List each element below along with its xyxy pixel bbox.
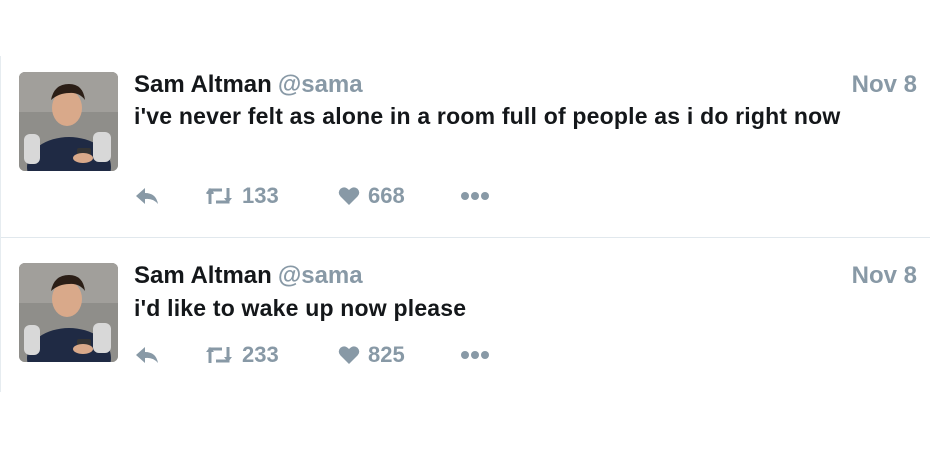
avatar[interactable] bbox=[19, 72, 118, 171]
like-button[interactable]: 825 bbox=[338, 340, 405, 370]
tweet-header: Sam Altman @sama Nov 8 bbox=[134, 70, 917, 100]
tweet-actions: 233 825 bbox=[134, 340, 534, 370]
like-count: 668 bbox=[368, 183, 405, 208]
tweet-text: i'd like to wake up now please bbox=[134, 295, 467, 321]
tweet-date[interactable]: Nov 8 bbox=[852, 261, 917, 291]
tweet-actions: 133 668 bbox=[134, 181, 534, 211]
more-button[interactable] bbox=[460, 340, 490, 370]
heart-icon bbox=[338, 186, 360, 206]
author-name[interactable]: Sam Altman bbox=[134, 71, 272, 98]
tweet-date[interactable]: Nov 8 bbox=[852, 70, 917, 100]
more-button[interactable] bbox=[460, 181, 490, 211]
retweet-button[interactable]: 133 bbox=[204, 181, 279, 211]
avatar[interactable] bbox=[19, 263, 118, 362]
reply-icon bbox=[134, 185, 160, 207]
reply-button[interactable] bbox=[134, 340, 160, 370]
author-name[interactable]: Sam Altman bbox=[134, 262, 272, 289]
like-count: 825 bbox=[368, 342, 405, 367]
heart-icon bbox=[338, 345, 360, 365]
tweet-text: i've never felt as alone in a room full … bbox=[134, 103, 841, 129]
retweet-button[interactable]: 233 bbox=[204, 340, 279, 370]
like-button[interactable]: 668 bbox=[338, 181, 405, 211]
tweet-header: Sam Altman @sama Nov 8 bbox=[134, 261, 917, 291]
more-dots-icon bbox=[460, 350, 490, 360]
author-handle[interactable]: @sama bbox=[278, 71, 363, 98]
reply-button[interactable] bbox=[134, 181, 160, 211]
tweet[interactable]: Sam Altman @sama Nov 8 i've never felt as… bbox=[1, 56, 930, 238]
retweet-count: 233 bbox=[242, 342, 279, 367]
author-handle[interactable]: @sama bbox=[278, 262, 363, 289]
retweet-count: 133 bbox=[242, 183, 279, 208]
retweet-icon bbox=[204, 185, 234, 207]
more-dots-icon bbox=[460, 191, 490, 201]
reply-icon bbox=[134, 344, 160, 366]
timeline: Sam Altman @sama Nov 8 i've never felt as… bbox=[0, 56, 930, 392]
retweet-icon bbox=[204, 344, 234, 366]
tweet[interactable]: Sam Altman @sama Nov 8 i'd like to wake u… bbox=[1, 238, 930, 392]
